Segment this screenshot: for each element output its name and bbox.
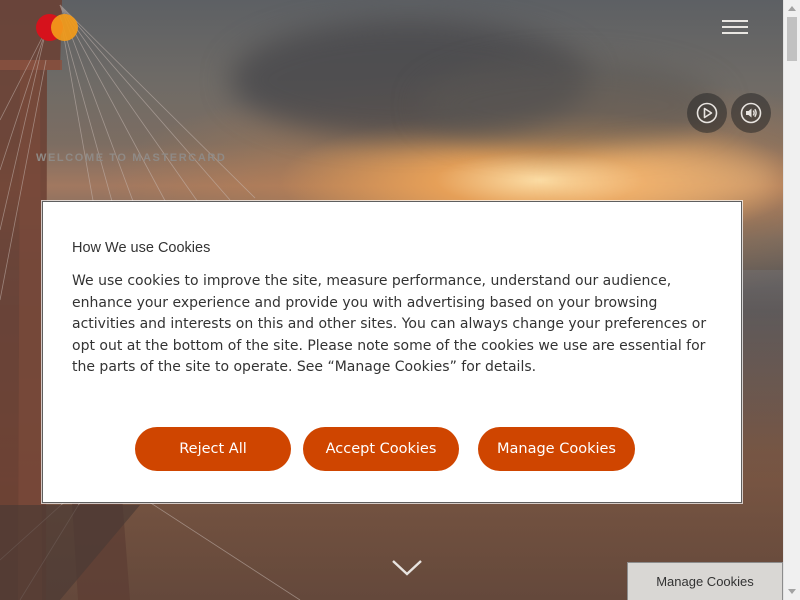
hero-eyebrow: WELCOME TO MASTERCARD: [36, 152, 227, 164]
scroll-up-arrow-icon[interactable]: [788, 6, 796, 11]
reject-all-button[interactable]: Reject All: [135, 427, 291, 471]
play-button[interactable]: [687, 93, 727, 133]
volume-button[interactable]: [731, 93, 771, 133]
page: WELCOME TO MASTERCARD How We use Cookies…: [0, 0, 800, 600]
scroll-down-arrow-icon[interactable]: [788, 589, 796, 594]
hamburger-menu-icon[interactable]: [722, 20, 748, 36]
play-icon: [696, 102, 718, 124]
mastercard-logo[interactable]: [36, 14, 78, 41]
volume-icon: [740, 102, 762, 124]
cookie-consent-dialog: How We use Cookies We use cookies to imp…: [42, 201, 742, 503]
manage-cookies-button[interactable]: Manage Cookies: [478, 427, 635, 471]
cookie-dialog-body: We use cookies to improve the site, meas…: [72, 273, 707, 375]
scrollbar-thumb[interactable]: [787, 17, 797, 61]
chevron-down-icon[interactable]: [391, 559, 423, 577]
cookie-dialog-title: How We use Cookies: [72, 240, 211, 256]
accept-cookies-button[interactable]: Accept Cookies: [303, 427, 459, 471]
vertical-scrollbar[interactable]: [783, 0, 800, 600]
manage-cookies-tab[interactable]: Manage Cookies: [627, 562, 783, 600]
